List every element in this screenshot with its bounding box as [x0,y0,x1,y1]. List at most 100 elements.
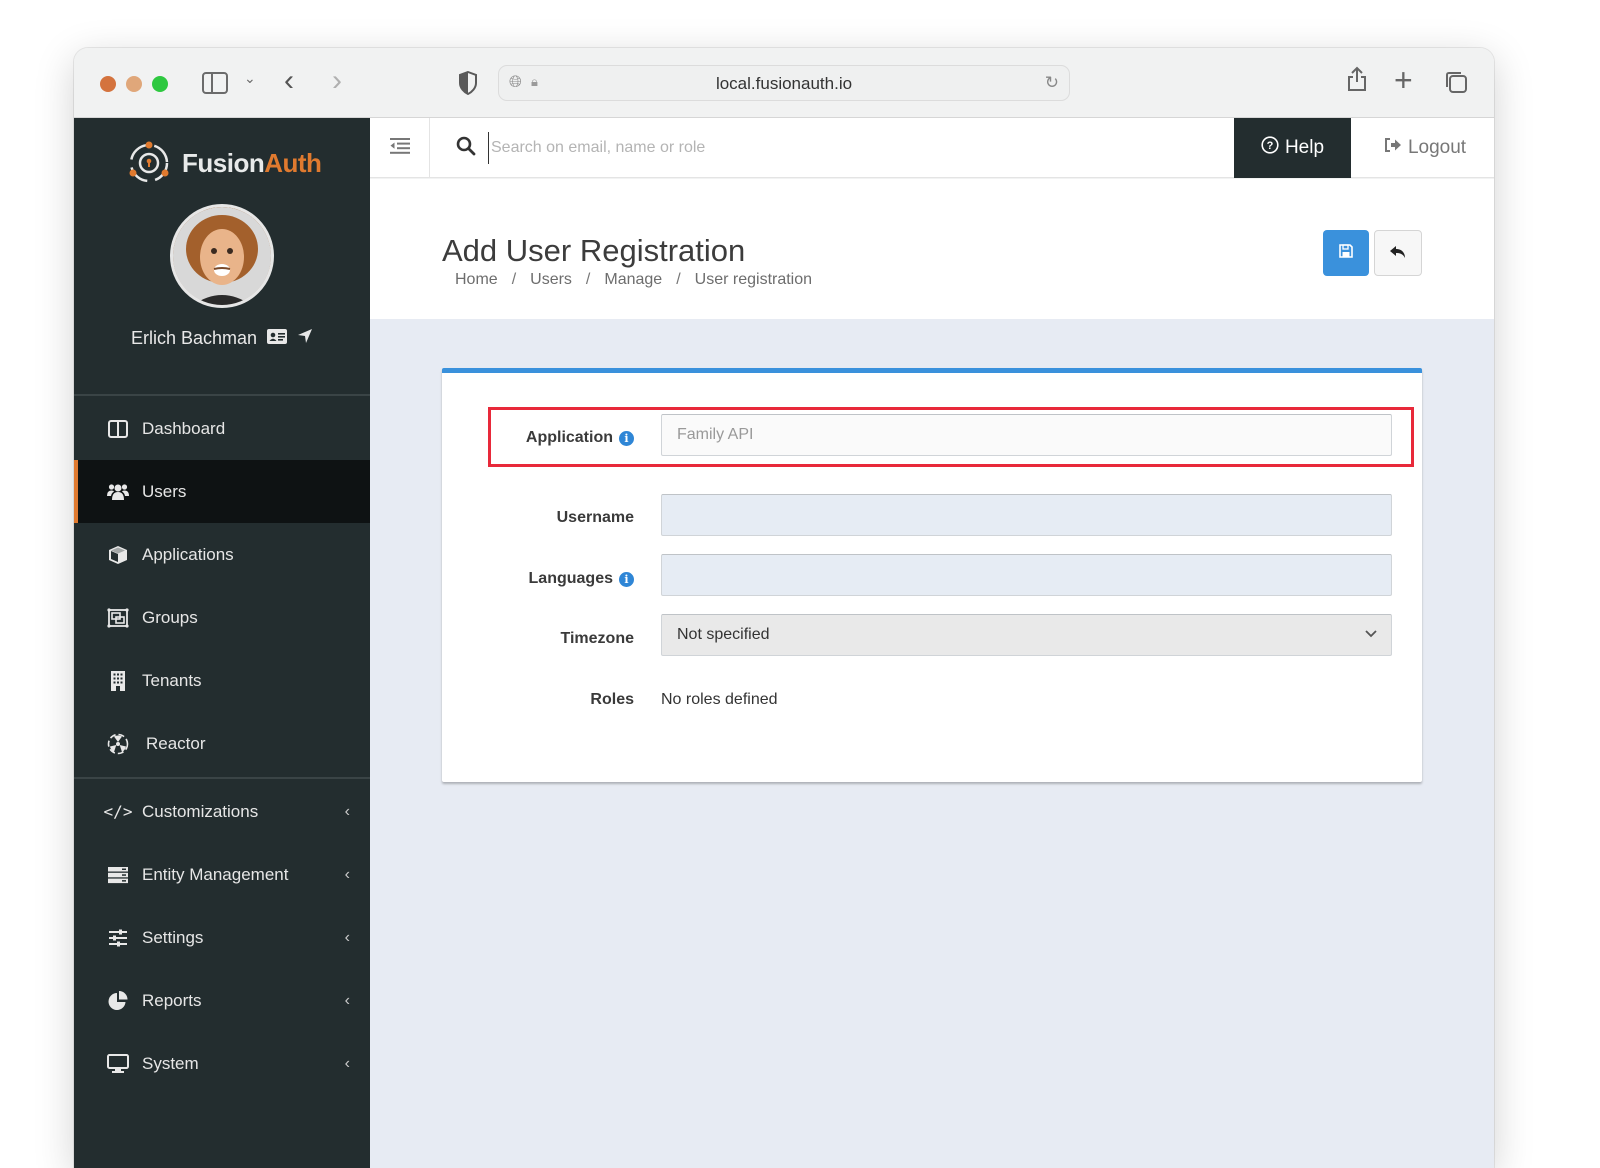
sidebar-item-reactor[interactable]: Reactor [74,712,370,775]
sidebar-item-groups[interactable]: Groups [74,586,370,649]
registration-form-panel: Application i Username Languages i Timez… [442,368,1422,782]
browser-toolbar: ⌄ ‹ › 🌐︎ 🔒︎ local.fusionauth.io ↻ + [74,48,1494,118]
application-field[interactable] [661,414,1392,456]
breadcrumb-users[interactable]: Users [530,271,572,289]
reply-arrow-icon [1389,242,1407,265]
back-icon[interactable]: ‹ [284,64,294,98]
new-tab-icon[interactable]: + [1394,62,1413,99]
save-button[interactable] [1323,230,1369,276]
reload-icon[interactable]: ↻ [1045,73,1059,93]
info-icon[interactable]: i [619,430,634,446]
chevron-left-icon: ‹ [344,928,350,946]
location-arrow-icon[interactable] [297,328,313,349]
application-label-text: Application [525,429,613,446]
logout-label: Logout [1407,137,1467,158]
sidebar-item-settings[interactable]: Settings ‹ [74,906,370,969]
page-header: Add User Registration Home / Users / Man… [370,179,1494,319]
chevron-left-icon: ‹ [344,865,350,883]
timezone-selected: Not specified [677,626,770,643]
sidebar-divider [74,777,370,779]
sidebar-item-label: System [142,1053,199,1073]
address-bar[interactable]: 🌐︎ 🔒︎ local.fusionauth.io ↻ [498,65,1070,101]
share-icon[interactable] [1346,66,1368,92]
timezone-select[interactable]: Not specified [661,614,1392,656]
application-label: Application i [526,429,634,447]
username-label: Username [556,509,634,526]
privacy-shield-icon[interactable] [458,71,478,95]
breadcrumb-separator: / [585,271,591,288]
help-button[interactable]: ? Help [1234,118,1351,178]
search-icon [456,136,476,162]
help-label: Help [1284,137,1325,158]
chevron-left-icon: ‹ [344,991,350,1009]
zoom-window-button[interactable] [152,76,168,92]
sidebar: FusionAuth Erlich Bachman Dashboard User… [74,118,370,1168]
chevron-left-icon: ‹ [344,1054,350,1072]
sidebar-item-customizations[interactable]: </> Customizations ‹ [74,780,370,843]
fusionauth-logo[interactable]: FusionAuth [126,140,322,186]
breadcrumb: Home / Users / Manage / User registratio… [455,271,812,289]
sidebar-item-label: Dashboard [142,418,226,438]
roles-value: No roles defined [661,691,778,708]
browser-window: ⌄ ‹ › 🌐︎ 🔒︎ local.fusionauth.io ↻ + Fusi… [74,48,1494,1168]
cube-icon [106,545,130,565]
sidebar-item-label: Reports [142,990,202,1010]
id-card-icon[interactable] [267,328,288,349]
user-name[interactable]: Erlich Bachman [131,328,257,349]
breadcrumb-manage[interactable]: Manage [604,271,662,289]
code-icon: </> [103,802,133,821]
back-button[interactable] [1374,230,1422,276]
user-info: Erlich Bachman [74,328,370,349]
sidebar-item-entity-management[interactable]: Entity Management ‹ [74,843,370,906]
forward-icon[interactable]: › [332,64,342,98]
sidebar-item-label: Entity Management [142,864,289,884]
sidebar-item-users[interactable]: Users [74,460,370,523]
sidebar-toggle-icon[interactable] [202,72,228,94]
url-text[interactable]: local.fusionauth.io [499,74,1069,94]
svg-text:?: ? [1267,140,1274,152]
sign-out-icon [1384,137,1402,159]
sidebar-item-dashboard[interactable]: Dashboard [74,397,370,460]
dashboard-icon [106,419,130,438]
languages-label-text: Languages [528,570,613,587]
username-field[interactable] [661,494,1392,536]
sliders-icon [106,929,130,947]
chevron-left-icon: ‹ [344,802,350,820]
languages-field[interactable] [661,554,1392,596]
top-bar: ? Help Logout [370,118,1494,178]
chevron-down-icon[interactable]: ⌄ [244,70,256,87]
reactor-icon [106,733,130,755]
main-content: Application i Username Languages i Timez… [370,319,1494,1168]
desktop-icon [106,1053,130,1074]
close-window-button[interactable] [100,76,116,92]
tab-overview-icon[interactable] [1444,70,1468,94]
breadcrumb-current: User registration [694,271,813,288]
breadcrumb-home[interactable]: Home [455,271,498,289]
menu-toggle-button[interactable] [370,118,430,178]
sidebar-item-label: Settings [142,927,204,947]
sidebar-item-label: Customizations [142,801,259,821]
search-input[interactable] [488,132,1188,164]
minimize-window-button[interactable] [126,76,142,92]
breadcrumb-separator: / [511,271,517,288]
avatar[interactable] [170,204,274,308]
save-icon [1339,244,1353,262]
sidebar-item-applications[interactable]: Applications [74,523,370,586]
info-icon[interactable]: i [619,571,634,587]
logo-text-fusion: Fusion [182,147,265,178]
sidebar-item-label: Users [142,481,187,501]
chevron-down-icon [1365,625,1377,641]
sidebar-item-tenants[interactable]: Tenants [74,649,370,712]
logo-text-auth: Auth [264,147,322,178]
indent-icon [389,137,410,160]
question-circle-icon: ? [1261,136,1279,160]
pie-chart-icon [106,990,130,1012]
logout-button[interactable]: Logout [1370,118,1480,178]
fusionauth-logo-icon [129,141,169,183]
sidebar-item-system[interactable]: System ‹ [74,1032,370,1095]
groups-icon [106,607,130,628]
timezone-label: Timezone [560,630,635,647]
sidebar-divider [74,394,370,396]
users-icon [106,483,130,501]
sidebar-item-reports[interactable]: Reports ‹ [74,969,370,1032]
